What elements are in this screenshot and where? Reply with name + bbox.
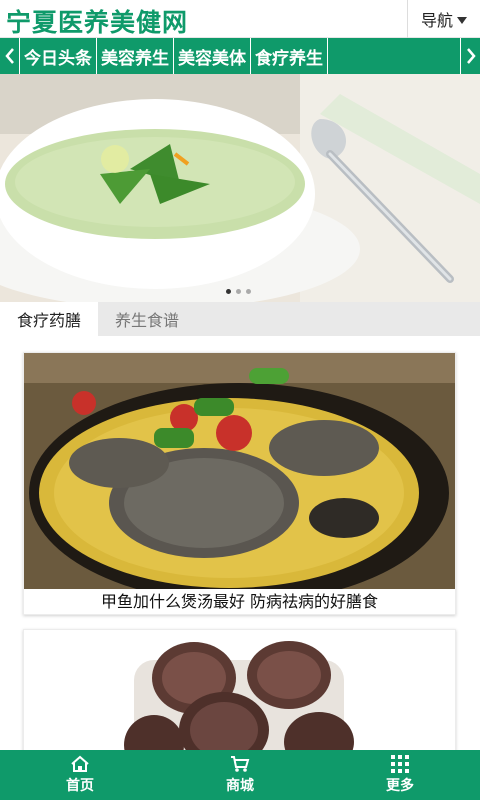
category-item-beauty-body[interactable]: 美容美体 — [174, 38, 251, 74]
article-list: 甲鱼加什么煲汤最好 防病祛病的好膳食 — [0, 336, 480, 752]
bottom-nav-shop[interactable]: 商城 — [160, 750, 320, 800]
bottom-nav: 首页 商城 更多 — [0, 750, 480, 800]
category-prev-button[interactable] — [0, 38, 20, 74]
bottom-nav-more[interactable]: 更多 — [320, 750, 480, 800]
chevron-right-icon — [466, 48, 476, 64]
caret-down-icon — [457, 16, 467, 24]
nav-menu-button[interactable]: 导航 — [407, 0, 480, 38]
category-item-beauty-health[interactable]: 美容养生 — [97, 38, 174, 74]
banner-soup-image — [0, 74, 480, 302]
content-tabs: 食疗药膳 养生食谱 — [0, 302, 480, 336]
cart-icon — [231, 756, 250, 772]
bottom-nav-home-label: 首页 — [66, 778, 94, 794]
home-icon — [71, 755, 89, 772]
article-card[interactable]: 甲鱼加什么煲汤最好 防病祛病的好膳食 — [23, 352, 456, 615]
grid-icon — [391, 755, 409, 773]
category-bar: 今日头条 美容养生 美容美体 食疗养生 — [0, 38, 480, 74]
bottom-nav-shop-label: 商城 — [226, 778, 254, 794]
bottom-nav-more-label: 更多 — [386, 778, 414, 794]
category-next-button[interactable] — [460, 38, 480, 74]
carousel-dot[interactable] — [236, 289, 241, 294]
chevron-left-icon — [4, 48, 14, 64]
tab-health-recipes[interactable]: 养生食谱 — [98, 302, 196, 336]
category-item-diet-health[interactable]: 食疗养生 — [251, 38, 328, 74]
category-item-headlines[interactable]: 今日头条 — [20, 38, 97, 74]
banner-carousel[interactable] — [0, 74, 480, 302]
article-card[interactable] — [23, 629, 456, 752]
article-image — [24, 353, 455, 589]
carousel-indicator — [226, 289, 251, 294]
article-image — [24, 630, 455, 752]
site-title[interactable]: 宁夏医养美健网 — [6, 3, 188, 39]
top-header: 宁夏医养美健网 导航 — [0, 0, 480, 38]
carousel-dot[interactable] — [246, 289, 251, 294]
bottom-nav-home[interactable]: 首页 — [0, 750, 160, 800]
nav-menu-label: 导航 — [420, 11, 453, 30]
tab-diet-therapy[interactable]: 食疗药膳 — [0, 302, 98, 336]
carousel-dot[interactable] — [226, 289, 231, 294]
article-title: 甲鱼加什么煲汤最好 防病祛病的好膳食 — [100, 592, 379, 611]
